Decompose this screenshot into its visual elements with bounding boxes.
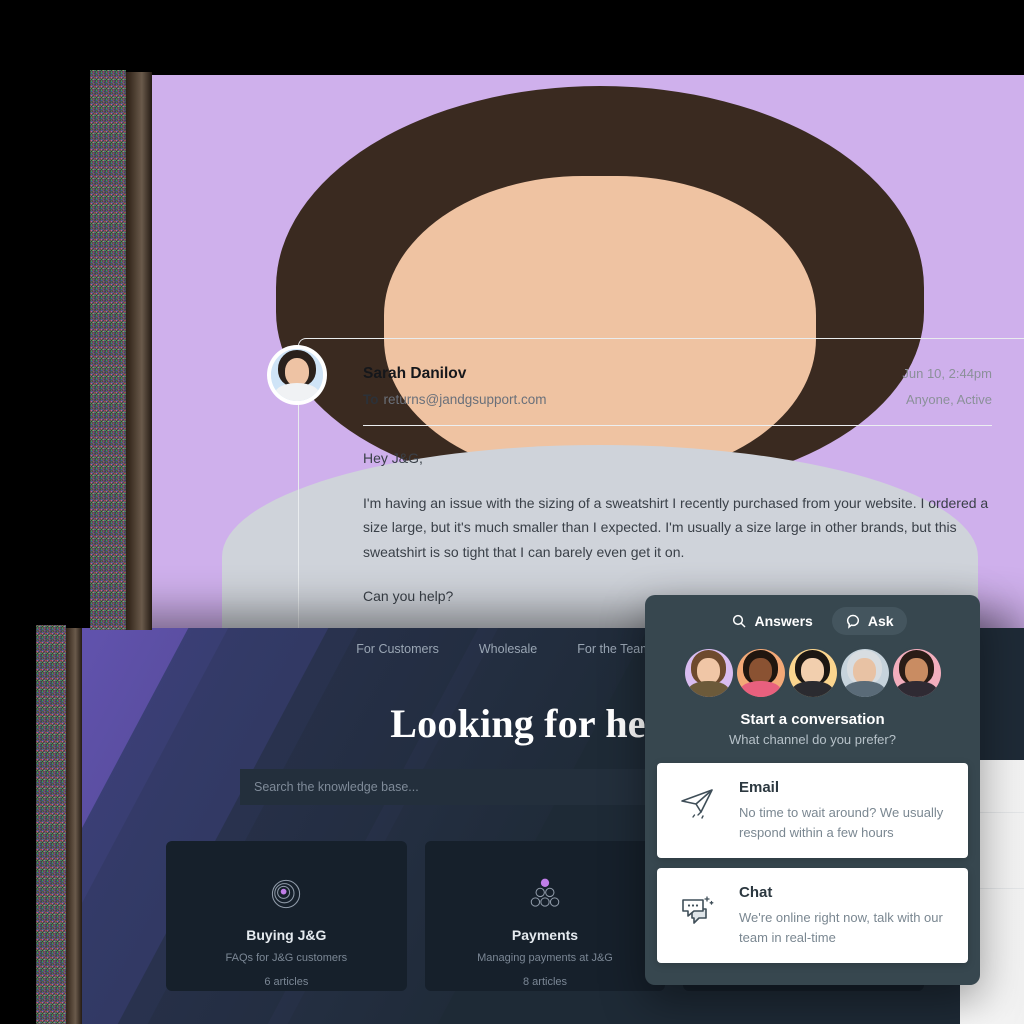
channel-card-email-text: Email No time to wait around? We usually… <box>739 779 952 842</box>
assignee-chip[interactable]: Sabrina Bachman <box>150 75 1024 635</box>
tab-answers[interactable]: Answers <box>718 607 825 635</box>
assignee-avatar <box>150 75 1024 635</box>
message-body: Hey J&G, I'm having an issue with the siz… <box>363 446 992 609</box>
capture-noise-artifact <box>90 70 126 630</box>
category-article-count: 6 articles <box>264 976 309 988</box>
to-label: To <box>363 392 379 407</box>
conversation-column: Help with sizing <box>150 75 1024 635</box>
category-subtitle: FAQs for J&G customers <box>225 952 348 964</box>
ripple-circles-icon <box>166 867 407 921</box>
channel-card-chat[interactable]: Chat We're online right now, talk with o… <box>657 868 968 963</box>
beacon-chat-widget: Answers Ask Start a conversation What ch… <box>645 595 980 985</box>
chat-bubbles-icon <box>671 884 725 947</box>
inbox-app-window: InboxesDocsMessagesReportsCustomersManag… <box>150 75 1024 635</box>
message-divider <box>363 425 992 426</box>
hc-nav-for-the-team[interactable]: For the Team <box>577 642 650 656</box>
tab-ask-label: Ask <box>867 613 894 629</box>
category-subtitle: Managing payments at J&G <box>477 952 613 964</box>
team-avatar <box>840 649 889 697</box>
message-card: Sarah Danilov Jun 10, 2:44pm To returns@j… <box>271 338 1024 635</box>
category-title: Buying J&G <box>246 927 327 943</box>
channel-desc-chat: We're online right now, talk with our te… <box>739 910 943 945</box>
widget-heading: Start a conversation <box>740 711 885 728</box>
screenshot-stage: InboxesDocsMessagesReportsCustomersManag… <box>0 0 1024 1024</box>
team-avatar <box>788 649 837 697</box>
message-recipient: To returns@jandgsupport.com <box>363 392 547 407</box>
team-avatar <box>736 649 785 697</box>
channel-card-email[interactable]: Email No time to wait around? We usually… <box>657 763 968 858</box>
message-paragraph: Hey J&G, <box>363 450 423 466</box>
tab-answers-label: Answers <box>754 613 813 629</box>
channel-title-email: Email <box>739 779 780 796</box>
paper-plane-icon <box>671 779 725 842</box>
search-icon <box>733 614 746 628</box>
category-title: Payments <box>511 927 579 943</box>
tab-ask[interactable]: Ask <box>831 607 907 635</box>
message-meta-row: To returns@jandgsupport.com Anyone, Activ… <box>363 383 992 407</box>
team-avatars <box>645 649 980 697</box>
sender-avatar <box>271 349 323 401</box>
capture-noise-artifact <box>36 625 66 1024</box>
channel-title-chat: Chat <box>739 884 773 901</box>
header-actions: Active Sabrina Bachman <box>150 75 1024 635</box>
message-visibility: Anyone, Active <box>906 392 992 407</box>
capture-edge-artifact <box>118 72 152 630</box>
widget-subheading: What channel do you prefer? <box>729 732 896 747</box>
hc-nav-for-customers[interactable]: For Customers <box>356 642 439 656</box>
to-address: returns@jandgsupport.com <box>383 392 547 407</box>
channel-card-chat-text: Chat We're online right now, talk with o… <box>739 884 952 947</box>
team-avatar <box>892 649 941 697</box>
conversation-header: Help with sizing <box>150 75 1024 635</box>
app-body: J <box>150 75 1024 635</box>
chat-bubble-icon <box>846 614 859 629</box>
team-avatar <box>684 649 733 697</box>
widget-tabs: Answers Ask <box>645 595 980 635</box>
hc-nav-wholesale[interactable]: Wholesale <box>479 642 537 656</box>
stacked-circles-icon <box>425 867 666 921</box>
sender-name: Sarah Danilov <box>363 365 467 382</box>
category-article-count: 8 articles <box>522 976 568 988</box>
message-top-row: Sarah Danilov Jun 10, 2:44pm <box>363 365 992 383</box>
category-card[interactable]: Payments Managing payments at J&G 8 articl… <box>424 841 666 991</box>
message-date: Jun 10, 2:44pm <box>902 366 992 381</box>
category-card[interactable]: Buying J&G FAQs for J&G customers 6 articl… <box>166 841 407 991</box>
message-paragraph: I'm having an issue with the sizing of a… <box>363 494 989 560</box>
channel-desc-email: No time to wait around? We usually respo… <box>739 805 944 840</box>
